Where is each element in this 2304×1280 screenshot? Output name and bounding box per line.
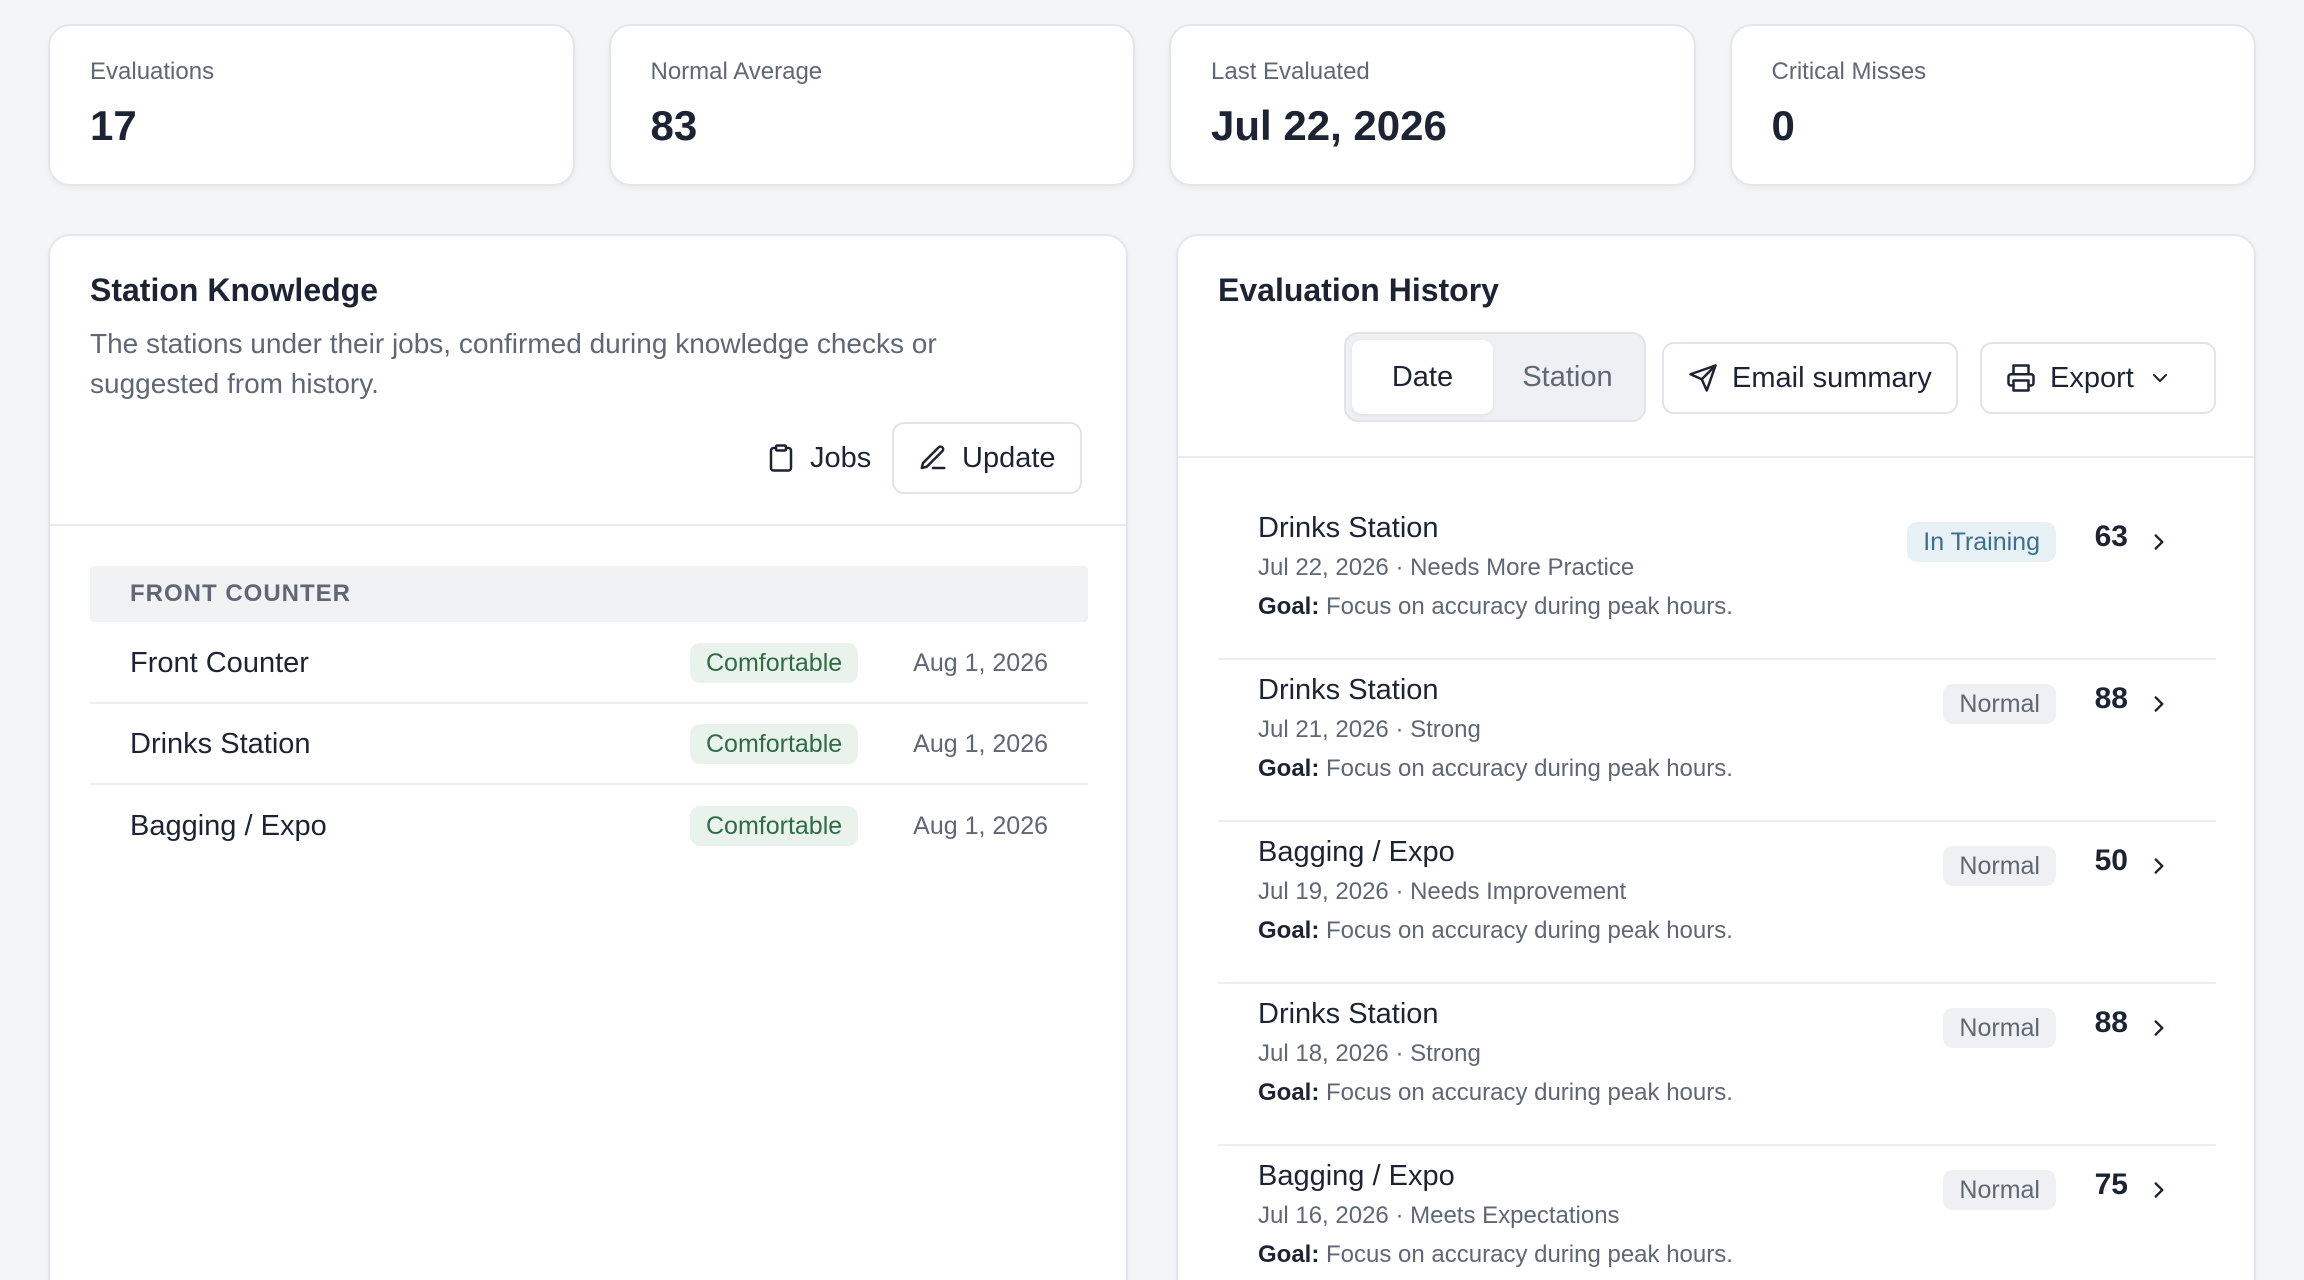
export-button[interactable]: Export: [1980, 342, 2216, 414]
evaluation-station: Bagging / Expo: [1258, 1160, 1455, 1192]
evaluation-subtitle: Jul 19, 2026 · Needs Improvement: [1258, 878, 1627, 905]
goal-prefix: Goal:: [1258, 1241, 1320, 1268]
evaluation-goal: Goal: Focus on accuracy during peak hour…: [1258, 1079, 1733, 1107]
printer-icon: [2007, 364, 2035, 392]
status-badge: Normal: [1943, 684, 2056, 724]
panel-description: The stations under their jobs, confirmed…: [90, 328, 937, 399]
chevron-right-icon[interactable]: [2146, 691, 2172, 717]
goal-prefix: Goal:: [1258, 593, 1320, 620]
evaluation-subtitle: Jul 16, 2026 · Meets Expectations: [1258, 1202, 1620, 1229]
panel-title: Station Knowledge: [90, 272, 378, 308]
evaluation-history-panel: Evaluation History Date Station Email su…: [1176, 234, 2256, 1280]
knowledge-date: Aug 1, 2026: [913, 648, 1048, 677]
evaluation-goal: Goal: Focus on accuracy during peak hour…: [1258, 755, 1733, 783]
stat-card-evaluations: Evaluations 17: [48, 24, 575, 186]
evaluation-goal: Goal: Focus on accuracy during peak hour…: [1258, 593, 1733, 621]
evaluation-station: Drinks Station: [1258, 512, 1439, 544]
page: Evaluations 17 Normal Average 83 Last Ev…: [0, 0, 2304, 1280]
goal-text: Focus on accuracy during peak hours.: [1326, 755, 1733, 782]
group-header-front-counter: FRONT COUNTER: [90, 566, 1088, 622]
goal-text: Focus on accuracy during peak hours.: [1326, 917, 1733, 944]
stat-value: Jul 22, 2026: [1211, 102, 1447, 149]
evaluation-row[interactable]: Drinks Station Jul 18, 2026 · Strong Goa…: [1218, 984, 2216, 1146]
evaluation-station: Drinks Station: [1258, 998, 1439, 1030]
stat-value: 17: [90, 102, 137, 149]
evaluation-score: 50: [2094, 844, 2128, 877]
send-icon: [1689, 364, 1717, 392]
status-badge: Comfortable: [690, 806, 859, 846]
chevron-right-icon[interactable]: [2146, 853, 2172, 879]
knowledge-row[interactable]: Drinks Station Comfortable Aug 1, 2026: [90, 705, 1088, 785]
status-badge: Normal: [1943, 1008, 2056, 1048]
station-name: Drinks Station: [130, 727, 311, 760]
evaluation-station: Drinks Station: [1258, 674, 1439, 706]
toggle-date[interactable]: Date: [1352, 340, 1493, 414]
divider: [1178, 456, 2254, 458]
knowledge-date: Aug 1, 2026: [913, 729, 1048, 758]
email-summary-button[interactable]: Email summary: [1662, 342, 1958, 414]
jobs-button-label: Jobs: [810, 441, 872, 474]
divider: [50, 524, 1126, 526]
knowledge-row[interactable]: Bagging / Expo Comfortable Aug 1, 2026: [90, 786, 1088, 866]
chevron-right-icon[interactable]: [2146, 1015, 2172, 1041]
stat-label: Normal Average: [650, 58, 823, 85]
stat-card-normal-average: Normal Average 83: [608, 24, 1135, 186]
goal-prefix: Goal:: [1258, 917, 1320, 944]
status-badge: Comfortable: [690, 643, 859, 683]
evaluation-score: 63: [2094, 520, 2128, 553]
evaluation-subtitle: Jul 22, 2026 · Needs More Practice: [1258, 554, 1635, 581]
knowledge-date: Aug 1, 2026: [913, 811, 1048, 840]
evaluation-goal: Goal: Focus on accuracy during peak hour…: [1258, 917, 1733, 945]
panel-title: Evaluation History: [1218, 272, 1499, 308]
goal-text: Focus on accuracy during peak hours.: [1326, 1079, 1733, 1106]
pencil-icon: [920, 445, 946, 470]
toggle-station[interactable]: Station: [1497, 340, 1638, 414]
jobs-button[interactable]: Jobs: [742, 422, 895, 494]
update-button[interactable]: Update: [892, 422, 1082, 494]
status-badge: Normal: [1943, 1170, 2056, 1210]
stat-label: Last Evaluated: [1211, 58, 1370, 85]
goal-prefix: Goal:: [1258, 1079, 1320, 1106]
station-name: Front Counter: [130, 646, 309, 679]
stat-label: Critical Misses: [1771, 58, 1927, 85]
evaluation-goal: Goal: Focus on accuracy during peak hour…: [1258, 1241, 1733, 1269]
sort-toggle: Date Station: [1344, 332, 1646, 422]
stat-card-critical-misses: Critical Misses 0: [1729, 24, 2256, 186]
goal-text: Focus on accuracy during peak hours.: [1326, 1241, 1733, 1268]
status-badge: Normal: [1943, 846, 2056, 886]
stat-value: 83: [650, 102, 698, 149]
evaluation-score: 88: [2094, 682, 2128, 715]
evaluation-row[interactable]: Bagging / Expo Jul 19, 2026 · Needs Impr…: [1218, 822, 2216, 984]
stat-card-last-evaluated: Last Evaluated Jul 22, 2026: [1169, 24, 1696, 186]
goal-text: Focus on accuracy during peak hours.: [1326, 593, 1733, 620]
stats-row: Evaluations 17 Normal Average 83 Last Ev…: [48, 24, 2256, 186]
chevron-right-icon[interactable]: [2146, 529, 2172, 555]
evaluation-row[interactable]: Bagging / Expo Jul 16, 2026 · Meets Expe…: [1218, 1146, 2216, 1280]
export-label: Export: [2050, 361, 2134, 394]
chevron-right-icon[interactable]: [2146, 1177, 2172, 1203]
knowledge-row[interactable]: Front Counter Comfortable Aug 1, 2026: [90, 624, 1088, 704]
stat-value: 0: [1771, 102, 1795, 149]
update-button-label: Update: [962, 441, 1056, 474]
stat-label: Evaluations: [90, 58, 215, 85]
evaluation-station: Bagging / Expo: [1258, 836, 1455, 868]
chevron-down-icon: [2152, 374, 2167, 382]
evaluation-row[interactable]: Drinks Station Jul 22, 2026 · Needs More…: [1218, 498, 2216, 660]
station-name: Bagging / Expo: [130, 809, 327, 842]
status-badge: Comfortable: [690, 724, 859, 764]
evaluation-subtitle: Jul 18, 2026 · Strong: [1258, 1040, 1481, 1067]
clipboard-icon: [769, 444, 793, 472]
evaluation-score: 75: [2094, 1168, 2128, 1201]
status-badge: In Training: [1907, 522, 2056, 562]
evaluation-score: 88: [2094, 1006, 2128, 1039]
evaluation-subtitle: Jul 21, 2026 · Strong: [1258, 716, 1481, 743]
goal-prefix: Goal:: [1258, 755, 1320, 782]
evaluation-row[interactable]: Drinks Station Jul 21, 2026 · Strong Goa…: [1218, 660, 2216, 822]
station-knowledge-panel: Station Knowledge The stations under the…: [48, 234, 1128, 1280]
email-summary-label: Email summary: [1732, 361, 1932, 394]
